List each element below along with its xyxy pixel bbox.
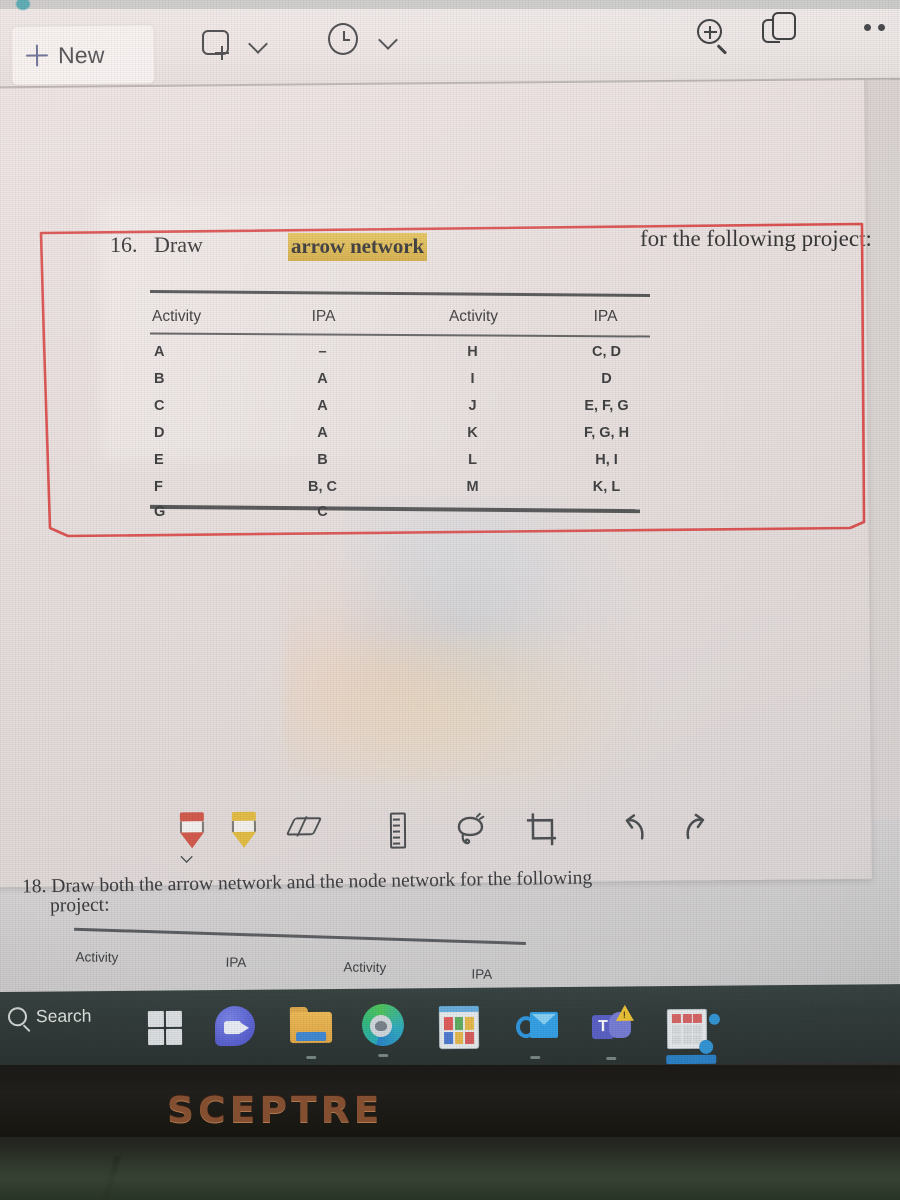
redo-icon [686,813,705,840]
pen-color-chevron-down-icon[interactable] [180,851,194,865]
taskbar-item-teams[interactable]: T [588,1004,634,1061]
photo-of-monitor: 16. Draw arrow network . for the followi… [0,0,900,1200]
new-button-label: New [57,41,105,68]
file-explorer-icon [289,1007,333,1044]
microsoft-teams-icon: T [591,1004,634,1047]
recent-notes-button[interactable] [326,22,360,56]
more-options-button[interactable] [864,22,898,36]
ruler-tool[interactable] [376,808,420,852]
duplicate-pages-button[interactable] [762,12,802,50]
taskbar-item-start[interactable] [142,1005,188,1051]
running-indicator [378,1053,389,1058]
taskbar-item-edge[interactable] [360,1002,406,1058]
yellow-highlighter-icon [230,811,258,848]
column-header-activity-2: Activity [343,959,387,976]
new-button[interactable]: New [11,25,155,85]
eraser-icon [285,816,324,843]
column-header-ipa-2: IPA [471,966,493,982]
running-indicator [306,1055,317,1060]
column-header-activity-1: Activity [75,949,119,966]
taskbar-item-teams-chat[interactable] [212,1003,258,1049]
copy-pages-icon-front [772,12,796,40]
taskbar-item-outlook[interactable] [512,1004,559,1060]
running-indicator [530,1055,541,1060]
question-18-line-2: project: [49,894,110,917]
crop-tool[interactable] [520,807,564,851]
taskbar-item-calendar[interactable] [436,1005,482,1052]
red-rectangle-annotation[interactable] [38,222,866,540]
lasso-select-tool[interactable] [448,808,492,852]
undo-button[interactable] [610,806,654,850]
redo-button[interactable] [676,806,720,850]
calendar-icon [438,1005,480,1050]
running-indicator [606,1056,617,1061]
ruler-icon [389,812,407,849]
more-options-dot-1 [864,24,871,31]
clock-icon [328,23,358,55]
plus-icon [26,44,48,66]
yellow-highlighter-tool[interactable] [222,810,266,854]
taskbar-item-file-explorer[interactable] [288,1004,334,1060]
excel-icon [666,1008,720,1065]
ink-toolbar [160,797,761,864]
column-header-ipa-1: IPA [225,954,247,971]
new-note-chevron-down-icon[interactable] [248,34,270,56]
monitor-chin [0,1062,900,1137]
lasso-select-icon [457,812,485,845]
taskbar-search[interactable]: Search [7,1005,92,1028]
taskbar-item-excel[interactable] [664,1006,720,1065]
crop-icon [526,813,557,846]
monitor-screen: 16. Draw arrow network . for the followi… [0,0,900,1065]
zoom-in-button[interactable] [692,14,728,55]
eraser-tool[interactable] [284,809,328,853]
search-icon [7,1007,28,1027]
undo-icon [625,814,644,840]
new-note-button[interactable] [198,26,232,60]
search-label: Search [35,1005,92,1027]
microsoft-edge-icon [361,1003,405,1047]
new-note-icon [201,29,229,60]
screen-bezel-top [0,0,900,9]
teams-chat-icon [214,1005,256,1047]
zoom-in-icon [696,18,722,44]
red-pen-tool[interactable] [170,810,214,854]
red-pen-icon [178,812,206,849]
monitor-brand-logo: SCEPTRE [167,1090,384,1131]
start-icon [147,1010,183,1046]
outlook-icon [515,1008,559,1046]
page-color-bleed-yellow [233,635,656,820]
recent-notes-chevron-down-icon[interactable] [378,30,400,52]
more-options-dot-2 [878,24,885,31]
desk-glow [0,1145,900,1200]
